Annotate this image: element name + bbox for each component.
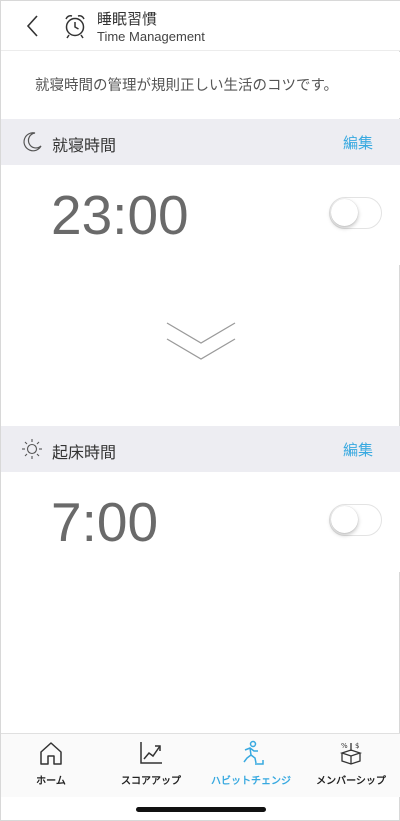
tab-habit-change-label: ハビットチェンジ <box>211 776 291 787</box>
app-screen: 睡眠習慣 Time Management 就寝時間の管理が規則正しい生活のコツで… <box>0 0 400 821</box>
page-title: 睡眠習慣 <box>97 10 158 28</box>
wakeup-label: 起床時間 <box>52 443 117 462</box>
alarm-clock-icon <box>65 15 85 39</box>
header-bar: 睡眠習慣 Time Management <box>1 1 400 51</box>
bottom-tab-bar: ホーム スコアアップ ハビットチェンジ % $ メンバーシップ <box>1 733 400 797</box>
chart-icon <box>140 742 162 764</box>
bedtime-row: 23:00 <box>1 165 400 265</box>
wakeup-section-header: 起床時間 編集 <box>1 426 400 472</box>
tab-home[interactable]: ホーム <box>1 734 101 798</box>
running-person-icon <box>243 740 264 765</box>
intro-section: 就寝時間の管理が規則正しい生活のコツです。 <box>1 52 400 118</box>
tab-home-label: ホーム <box>36 776 66 787</box>
wakeup-row: 7:00 <box>1 472 400 572</box>
home-icon <box>40 742 62 765</box>
bedtime-edit-button[interactable]: 編集 <box>343 132 373 153</box>
chevron-left-icon <box>26 15 38 37</box>
gift-box-icon: % $ <box>339 742 363 765</box>
wakeup-value[interactable]: 7:00 <box>51 490 158 554</box>
home-indicator[interactable] <box>136 807 266 812</box>
bedtime-value[interactable]: 23:00 <box>51 183 189 247</box>
bedtime-section-header: 就寝時間 編集 <box>1 119 400 165</box>
svg-text:$: $ <box>355 742 359 750</box>
sun-icon <box>22 439 42 459</box>
tab-score-up-label: スコアアップ <box>121 776 181 787</box>
wakeup-edit-button[interactable]: 編集 <box>343 439 373 460</box>
bedtime-toggle[interactable] <box>329 197 382 229</box>
svg-text:%: % <box>341 742 348 750</box>
toggle-knob <box>331 506 358 533</box>
toggle-knob <box>331 199 358 226</box>
intro-text: 就寝時間の管理が規則正しい生活のコツです。 <box>35 78 339 94</box>
back-button[interactable] <box>17 11 47 41</box>
tab-membership-label: メンバーシップ <box>316 776 386 787</box>
tab-habit-change[interactable]: ハビットチェンジ <box>201 734 301 798</box>
tab-membership[interactable]: % $ メンバーシップ <box>301 734 400 798</box>
bedtime-label: 就寝時間 <box>52 136 117 155</box>
page-subtitle: Time Management <box>97 29 205 44</box>
moon-icon <box>23 132 42 152</box>
tab-score-up[interactable]: スコアアップ <box>101 734 201 798</box>
double-chevron-down-icon <box>166 322 236 360</box>
wakeup-toggle[interactable] <box>329 504 382 536</box>
